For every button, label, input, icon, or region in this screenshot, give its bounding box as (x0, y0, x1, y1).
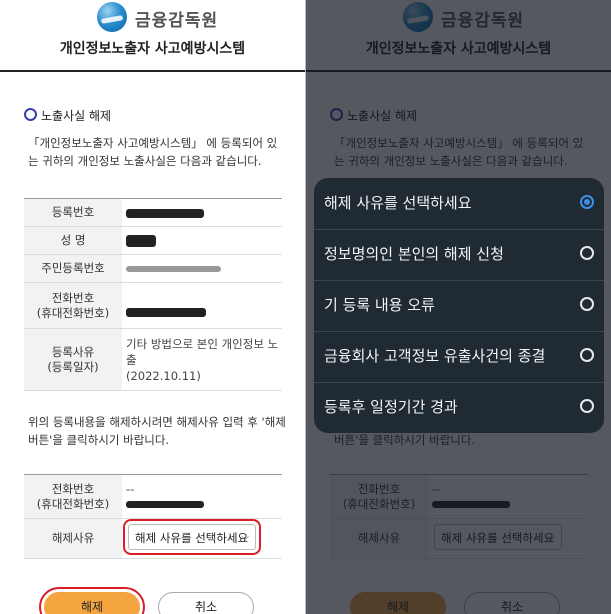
radio-selected-icon (580, 195, 594, 209)
release-notice: 위의 등록내용을 해제하시려면 해제사유 입력 후 '해제 버튼'을 클릭하시기… (28, 415, 286, 447)
release-reason-cell: 해제 사유를 선택하세요 ⌵ (122, 518, 282, 559)
name-label: 성 명 (24, 226, 122, 255)
fss-logo-icon (97, 2, 127, 32)
reason-label: 등록사유 (등록일자) (24, 328, 122, 391)
fss-logo: 금융감독원 (97, 2, 219, 32)
redacted-value (126, 308, 206, 317)
table-row: 전화번호 (휴대전화번호) -- (24, 474, 282, 519)
intro-text: 「개인정보노출자 사고예방시스템」 에 등록되어 있는 귀하의 개인정보 노출사… (28, 136, 278, 168)
release-reason-label: 해제사유 (24, 518, 122, 559)
brand-name: 금융감독원 (135, 11, 219, 31)
option-label: 금융회사 고객정보 유출사건의 종결 (324, 347, 546, 365)
release-reason-select[interactable]: 해제 사유를 선택하세요 ⌵ (123, 518, 261, 555)
cancel-button[interactable]: 취소 (158, 592, 254, 614)
option-label: 해제 사유를 선택하세요 (324, 194, 472, 212)
rrn-value (122, 254, 282, 283)
picker-option[interactable]: 정보명의인 본인의 해제 신청 (314, 229, 604, 281)
registration-info-table: 등록번호 성 명 주민등록번호 전화번호 (휴대전화번호) 등록사유 (등록일자… (24, 198, 282, 391)
table-row: 주민등록번호 (24, 254, 282, 283)
release-form-table: 전화번호 (휴대전화번호) -- 해제사유 해제 사유를 선택하세요 ⌵ (24, 474, 282, 559)
table-row: 등록사유 (등록일자) 기타 방법으로 본인 개인정보 노출 (2022.10.… (24, 328, 282, 391)
reg-no-value (122, 198, 282, 227)
table-row: 등록번호 (24, 198, 282, 227)
table-row: 해제사유 해제 사유를 선택하세요 ⌵ (24, 518, 282, 559)
phone-label: 전화번호 (휴대전화번호) (24, 282, 122, 329)
option-label: 정보명의인 본인의 해제 신청 (324, 245, 504, 263)
redacted-value (126, 500, 204, 508)
release-phone-label: 전화번호 (휴대전화번호) (24, 474, 122, 519)
redacted-value (126, 208, 204, 218)
circle-bullet-icon (24, 108, 37, 121)
radio-icon (580, 297, 594, 311)
release-page-with-picker: 금융감독원 개인정보노출자 사고예방시스템 노출사실 해제 「개인정보노출자 사… (306, 0, 611, 614)
release-page: 금융감독원 개인정보노출자 사고예방시스템 노출사실 해제 「개인정보노출자 사… (0, 0, 305, 614)
reason-text: 기타 방법으로 본인 개인정보 노출 (126, 336, 279, 367)
redacted-value (126, 266, 221, 272)
system-title: 개인정보노출자 사고예방시스템 (59, 41, 246, 57)
chevron-down-icon: ⌵ (241, 531, 249, 543)
release-button[interactable]: 해제 (39, 587, 145, 614)
section-title-text: 노출사실 해제 (41, 109, 112, 123)
picker-option[interactable]: 해제 사유를 선택하세요 (314, 178, 604, 230)
radio-icon (580, 348, 594, 362)
page-header: 금융감독원 개인정보노출자 사고예방시스템 (0, 0, 305, 72)
picker-option[interactable]: 등록후 일정기간 경과 (314, 382, 604, 433)
release-phone-value: -- (122, 474, 282, 519)
radio-icon (580, 246, 594, 260)
phone-value (122, 282, 282, 329)
redacted-value (126, 235, 156, 247)
rrn-label: 주민등록번호 (24, 254, 122, 283)
phone-placeholder: -- (126, 481, 135, 496)
reg-no-label: 등록번호 (24, 198, 122, 227)
reason-value: 기타 방법으로 본인 개인정보 노출 (2022.10.11) (122, 328, 282, 391)
release-reason-picker: 해제 사유를 선택하세요 정보명의인 본인의 해제 신청 기 등록 내용 오류 … (314, 178, 604, 433)
table-row: 전화번호 (휴대전화번호) (24, 282, 282, 329)
table-row: 성 명 (24, 226, 282, 255)
option-label: 등록후 일정기간 경과 (324, 398, 458, 416)
select-value: 해제 사유를 선택하세요 (135, 530, 249, 545)
reason-date: (2022.10.11) (126, 368, 201, 383)
name-value (122, 226, 282, 255)
radio-icon (580, 399, 594, 413)
picker-option[interactable]: 금융회사 고객정보 유출사건의 종결 (314, 331, 604, 383)
option-label: 기 등록 내용 오류 (324, 296, 435, 314)
section-title: 노출사실 해제 (24, 107, 111, 124)
picker-option[interactable]: 기 등록 내용 오류 (314, 280, 604, 332)
